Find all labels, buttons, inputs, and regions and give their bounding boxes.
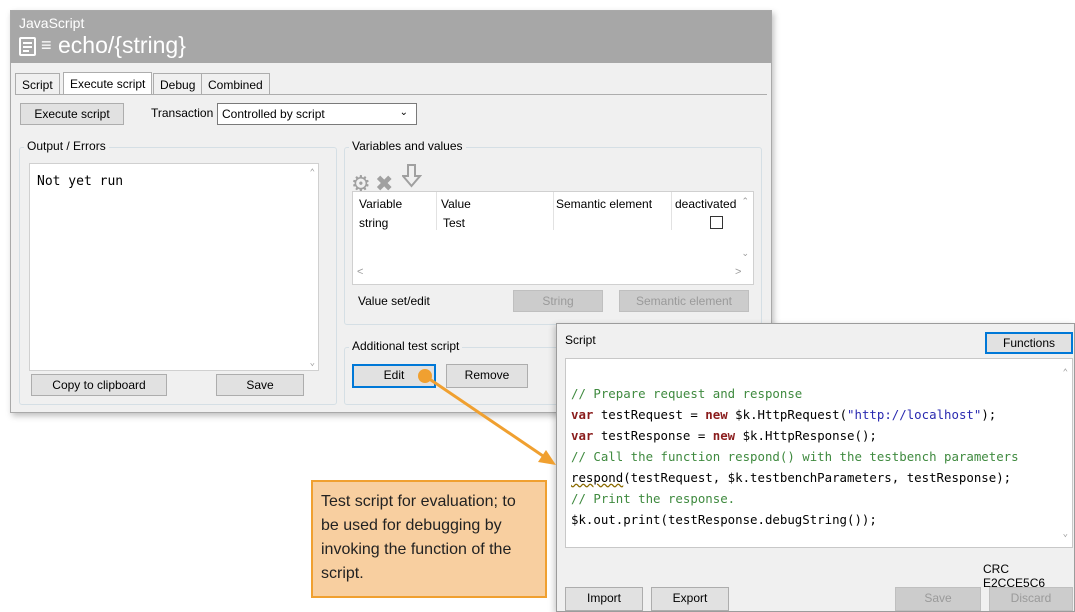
callout-box: Test script for evaluation; to be used f… xyxy=(311,480,547,598)
